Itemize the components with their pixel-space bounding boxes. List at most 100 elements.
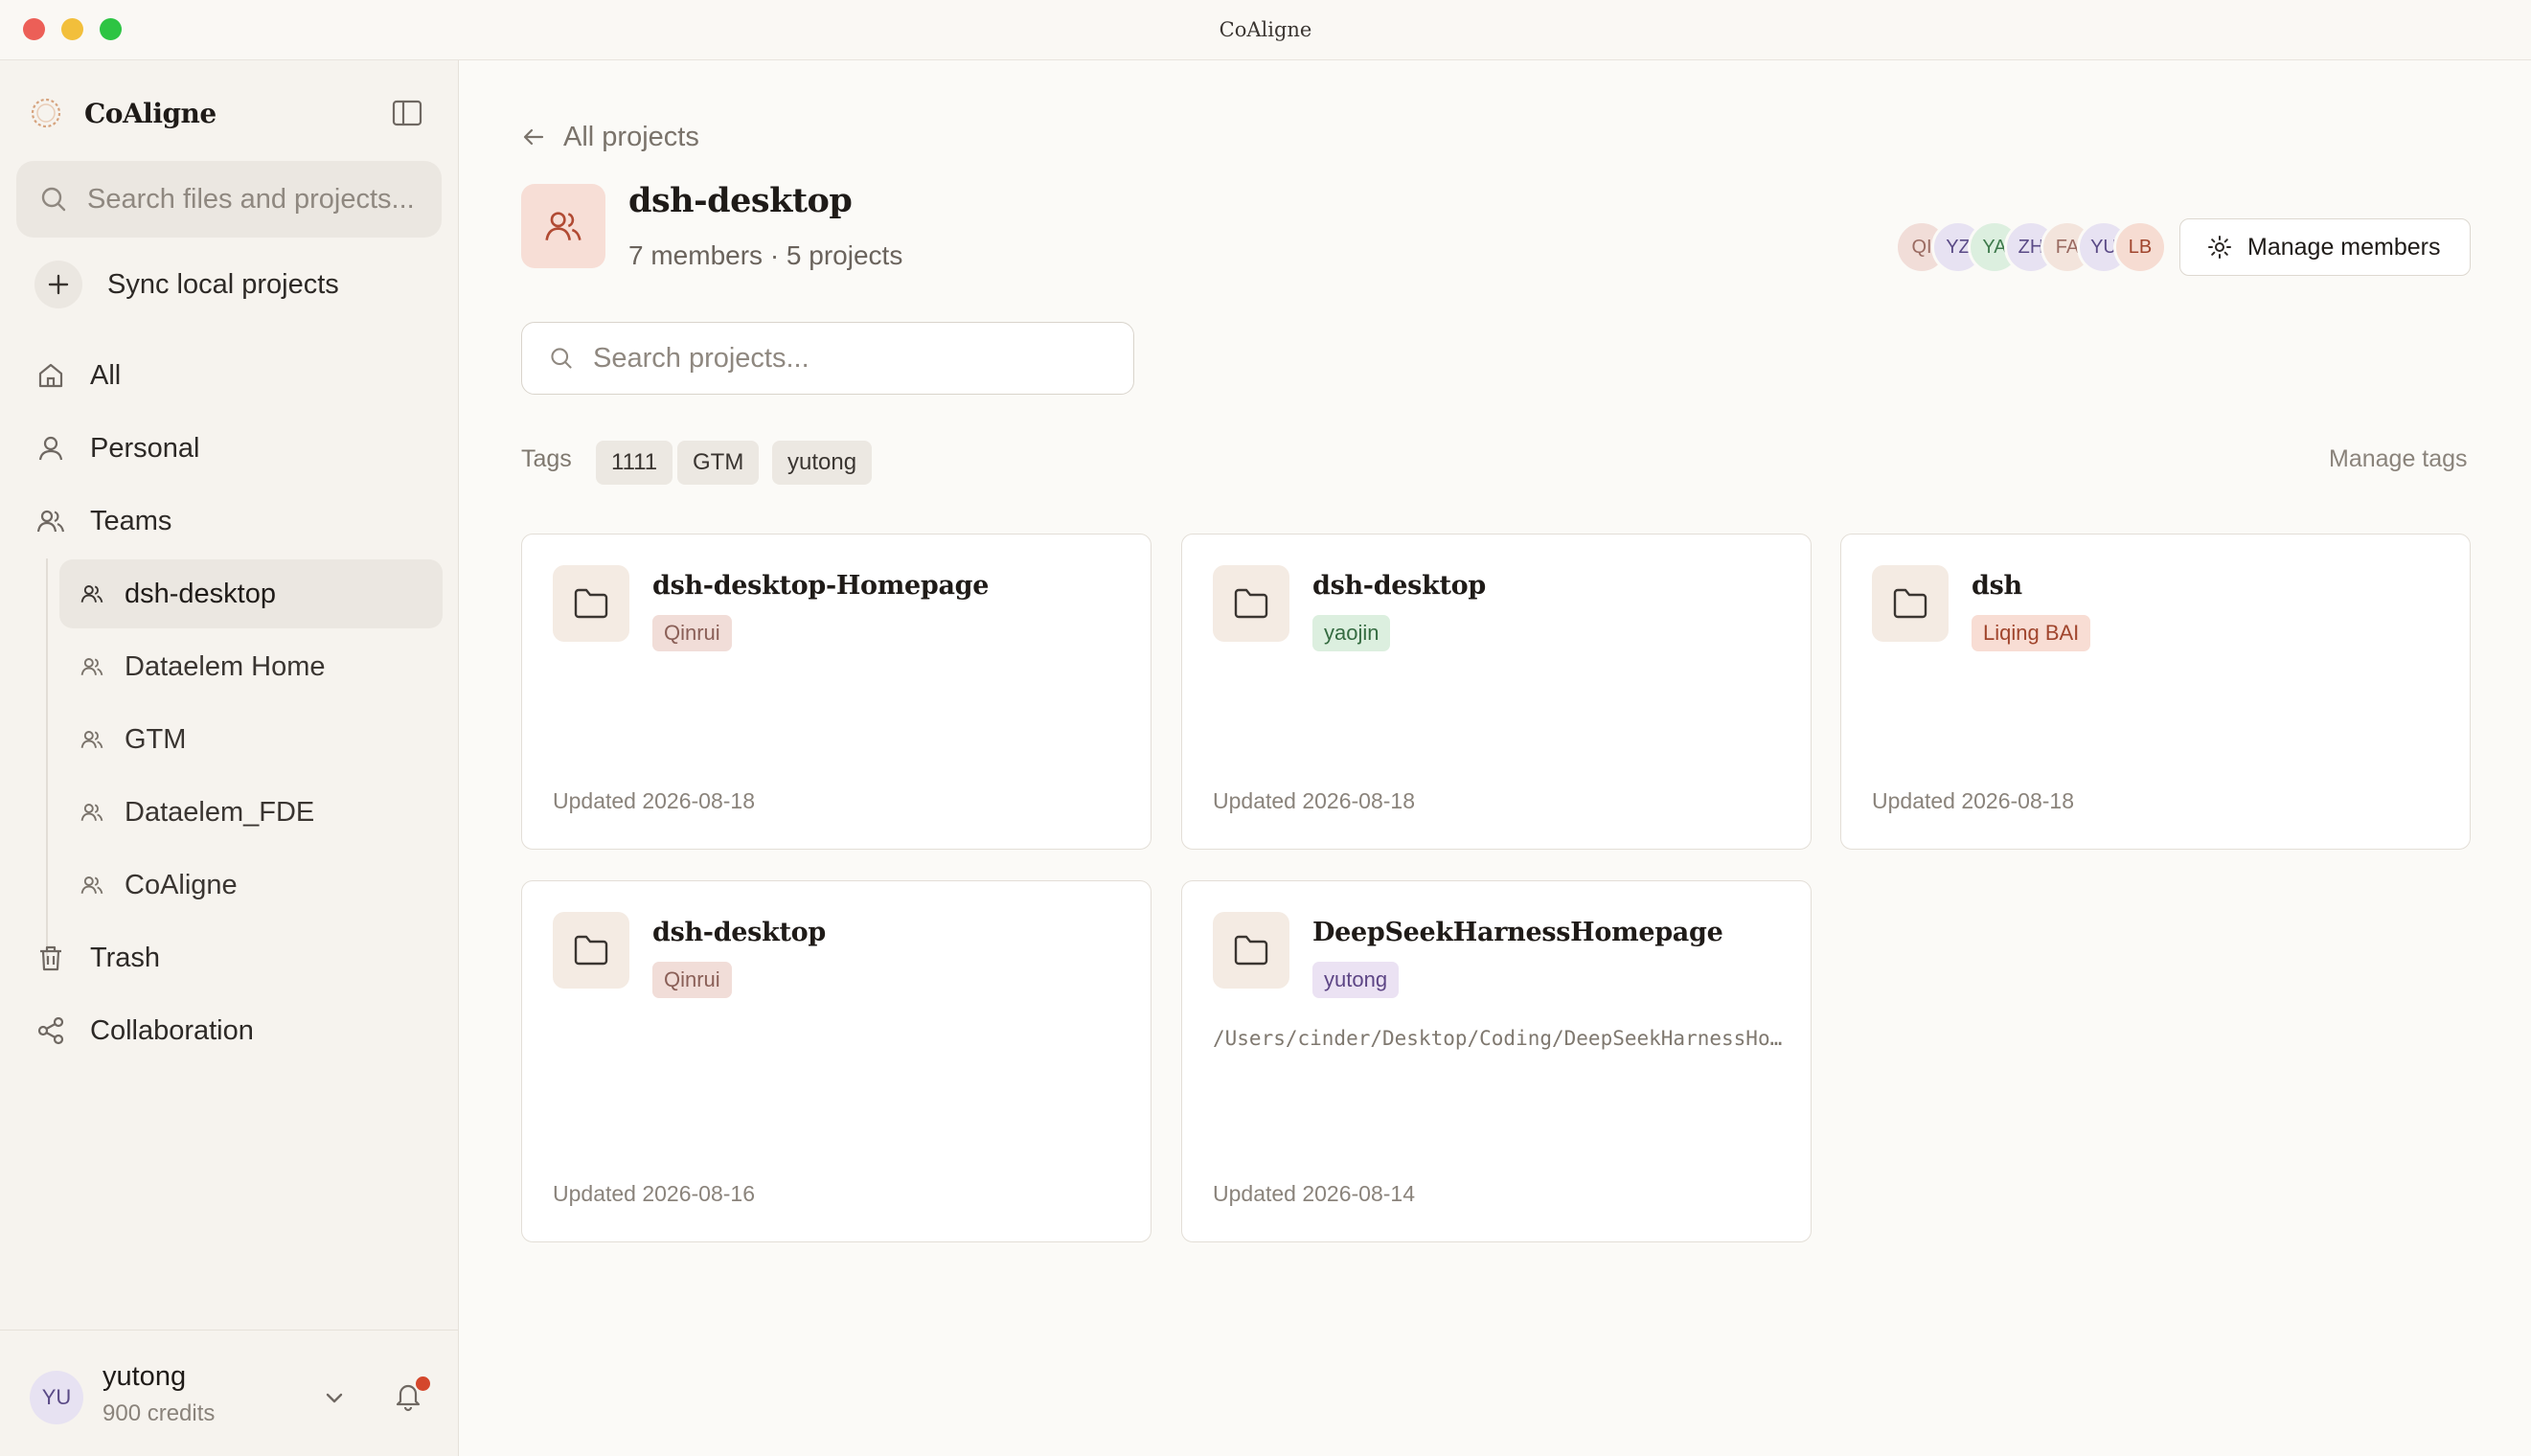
nav-label-trash: Trash (90, 942, 161, 973)
team-meta: 7 members · 5 projects (628, 240, 903, 270)
plus-icon (34, 261, 82, 308)
folder-icon (574, 935, 608, 966)
project-card[interactable]: dsh Liqing BAI Updated 2026-08-18 (1840, 534, 2471, 850)
home-icon (38, 363, 63, 388)
folder-icon-tile (553, 912, 629, 989)
project-path: /Users/cinder/Desktop/Coding/DeepSeekHar… (1213, 1027, 1788, 1050)
search-icon (551, 348, 572, 369)
project-card[interactable]: dsh-desktop yaojin Updated 2026-08-18 (1181, 534, 1812, 850)
nav-item-personal[interactable]: Personal (36, 426, 199, 470)
tags-label: Tags (521, 445, 572, 472)
manage-members-button[interactable]: Manage members (2179, 218, 2471, 276)
share-icon (37, 1016, 64, 1045)
folder-icon (1234, 935, 1268, 966)
back-to-all-projects-link[interactable]: All projects (521, 116, 699, 158)
user-footer[interactable]: YU yutong 900 credits (0, 1330, 459, 1456)
nav-item-collaboration[interactable]: Collaboration (36, 1009, 254, 1053)
notification-badge (416, 1376, 430, 1391)
brand-name: CoAligne (84, 97, 217, 129)
project-search-input[interactable]: Search projects... (521, 322, 1134, 395)
project-name: DeepSeekHarnessHomepage (1312, 918, 1723, 947)
sidebar: CoAligne Search files and projects... Sy… (0, 60, 459, 1456)
page-title: dsh-desktop (628, 181, 853, 220)
users-icon (545, 212, 581, 240)
users-icon (36, 510, 65, 533)
owner-badge: yaojin (1312, 615, 1391, 651)
team-label: CoAligne (125, 869, 238, 900)
project-name: dsh-desktop (652, 918, 826, 947)
team-label: Dataelem_FDE (125, 796, 315, 828)
updated-date: Updated 2026-08-18 (553, 788, 755, 813)
project-search-placeholder: Search projects... (593, 342, 809, 374)
team-item-dataelem-fde[interactable]: Dataelem_FDE (59, 778, 443, 847)
users-icon (80, 585, 103, 603)
gear-icon (2208, 236, 2231, 259)
sidebar-toggle-icon[interactable] (391, 99, 423, 127)
nav-item-all[interactable]: All (36, 353, 121, 398)
nav-item-trash[interactable]: Trash (36, 936, 160, 980)
folder-icon (574, 588, 608, 619)
user-credits: 900 credits (103, 1400, 216, 1426)
nav-label-personal: Personal (90, 432, 200, 464)
team-item-coaligne[interactable]: CoAligne (59, 851, 443, 920)
updated-date: Updated 2026-08-18 (1213, 788, 1415, 813)
nav-label-teams: Teams (90, 505, 172, 536)
folder-icon-tile (553, 565, 629, 642)
tag-chip[interactable]: 1111 (596, 441, 673, 485)
manage-members-label: Manage members (2247, 233, 2441, 261)
sidebar-search-input[interactable]: Search files and projects... (16, 161, 442, 238)
team-avatar (521, 184, 605, 268)
team-label: Dataelem Home (125, 650, 326, 682)
team-label: dsh-desktop (125, 578, 276, 609)
project-card[interactable]: DeepSeekHarnessHomepage yutong/Users/cind… (1181, 880, 1812, 1242)
updated-date: Updated 2026-08-14 (1213, 1181, 1415, 1206)
users-icon (80, 876, 103, 895)
team-item-gtm[interactable]: GTM (59, 705, 443, 774)
project-card[interactable]: dsh-desktop Qinrui Updated 2026-08-16 (521, 880, 1151, 1242)
arrow-left-icon (523, 128, 544, 146)
users-icon (80, 658, 103, 676)
folder-icon-tile (1213, 912, 1289, 989)
owner-badge: Qinrui (652, 615, 732, 651)
tag-chip[interactable]: GTM (677, 441, 760, 485)
team-item-dataelem-home[interactable]: Dataelem Home (59, 632, 443, 701)
user-name: yutong (103, 1361, 187, 1392)
trash-icon (40, 945, 61, 971)
sync-label: Sync local projects (107, 268, 339, 300)
project-name: dsh-desktop-Homepage (652, 571, 990, 601)
users-icon (80, 804, 103, 822)
folder-icon-tile (1872, 565, 1949, 642)
owner-badge: Liqing BAI (1972, 615, 2091, 651)
back-label: All projects (563, 121, 699, 152)
chevron-down-icon[interactable] (322, 1386, 347, 1411)
owner-badge: Qinrui (652, 962, 732, 998)
updated-date: Updated 2026-08-18 (1872, 788, 2074, 813)
folder-icon-tile (1213, 565, 1289, 642)
teams-tree-line (46, 558, 48, 961)
avatar: YU (30, 1371, 83, 1424)
sidebar-search-placeholder: Search files and projects... (87, 183, 415, 215)
window-title: CoAligne (1219, 18, 1312, 41)
updated-date: Updated 2026-08-16 (553, 1181, 755, 1206)
tag-chip[interactable]: yutong (772, 441, 873, 485)
folder-icon (1234, 588, 1268, 619)
nav-label-collaboration: Collaboration (90, 1014, 254, 1046)
project-card[interactable]: dsh-desktop-Homepage Qinrui Updated 2026-0… (521, 534, 1151, 850)
folder-icon (1893, 588, 1927, 619)
brand: CoAligne (27, 92, 217, 134)
users-icon (80, 731, 103, 749)
user-icon (38, 436, 63, 461)
sync-local-projects-button[interactable]: Sync local projects (34, 261, 339, 308)
team-label: GTM (125, 723, 187, 755)
window-titlebar: CoAligne (0, 0, 2531, 60)
owner-badge: yutong (1312, 962, 1400, 998)
search-icon (41, 187, 66, 212)
brand-logo-icon (31, 98, 61, 128)
nav-item-teams[interactable]: Teams (36, 499, 171, 543)
manage-tags-link[interactable]: Manage tags (2329, 445, 2468, 473)
main-content: All projects dsh-desktop 7 members · 5 p… (460, 60, 2531, 1456)
team-item-dsh-desktop[interactable]: dsh-desktop (59, 559, 443, 628)
project-name: dsh-desktop (1312, 571, 1486, 601)
member-avatar[interactable]: LB (2113, 220, 2167, 274)
project-name: dsh (1972, 571, 2022, 601)
